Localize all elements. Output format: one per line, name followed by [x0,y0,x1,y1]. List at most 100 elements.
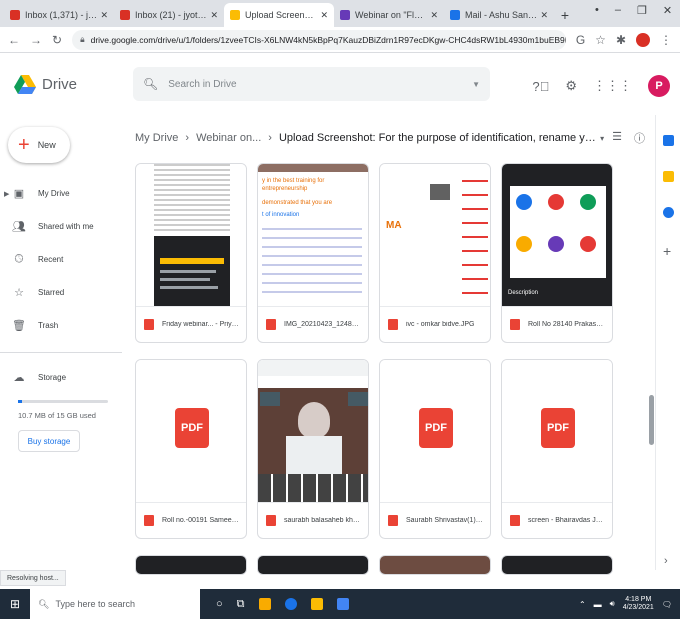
clock[interactable]: 4:18 PM 4/23/2021 [623,596,654,611]
file-thumbnail: Description [502,164,612,307]
keep-icon[interactable] [663,171,674,182]
browser-tab[interactable]: Webinar on "Flow your PhD ✕ [334,3,444,27]
minimize-button[interactable]: – [615,4,621,17]
sidebar-item-starred[interactable]: ☆ Starred [0,276,125,309]
back-icon[interactable]: ← [8,33,20,47]
notifications-icon[interactable]: 🗨︎ [662,600,672,609]
close-tab-icon[interactable]: ✕ [100,10,108,21]
file-thumbnail: MA [380,164,490,307]
thumbnail-slide [510,186,606,278]
sidebar-divider [0,352,122,353]
file-name: saurabh balasaheb khend... [284,516,362,524]
chrome-icon[interactable] [258,598,271,610]
close-tab-icon[interactable]: ✕ [540,10,548,21]
restore-button[interactable]: ❐ [637,4,647,17]
forward-icon[interactable]: → [30,33,42,47]
expand-arrow-icon[interactable]: ▶ [4,190,10,198]
list-view-icon[interactable]: ☰ [612,130,622,146]
file-footer: Friday webinar... - Priyank... [136,306,246,342]
expand-panel-icon[interactable]: › [664,555,668,567]
file-card-partial[interactable] [501,555,613,575]
edge-icon[interactable] [284,598,297,610]
breadcrumb-my-drive[interactable]: My Drive [135,132,178,144]
file-card[interactable]: PDF screen - Bhairavdas Jadha... [501,359,613,539]
volume-icon[interactable]: 🔊︎ [610,599,615,609]
new-button[interactable]: + New [8,127,70,163]
view-tools: ☰ ⓘ [612,130,645,146]
image-file-icon [266,514,276,526]
new-tab-button[interactable]: + [554,3,576,27]
sidebar-item-shared[interactable]: 👥︎ Shared with me [0,210,125,243]
close-tab-icon[interactable]: ✕ [210,10,218,21]
file-card-partial[interactable] [257,555,369,575]
people-icon: 👥︎ [12,221,26,233]
gmail-icon [10,10,20,20]
url-bar[interactable]: 🔒︎ drive.google.com/drive/u/1/folders/1z… [72,29,566,50]
file-card[interactable]: saurabh balasaheb khend... [257,359,369,539]
drive-icon: ▣ [13,188,25,200]
file-card[interactable]: PDF Roll no.-00191 Sameer da... [135,359,247,539]
file-card-partial[interactable] [135,555,247,575]
apps-grid-icon[interactable]: ⋮⋮⋮ [593,78,632,94]
taskbar-search-input[interactable]: 🔍︎ Type here to search [30,589,200,619]
profile-avatar-icon[interactable] [636,32,650,47]
breadcrumb-webinar[interactable]: Webinar on... [196,132,261,144]
settings-gear-icon[interactable]: ⚙ [565,78,577,94]
trash-icon: 🗑︎ [12,320,26,332]
menu-kebab-icon[interactable]: ⋮ [660,33,672,47]
record-icon[interactable]: • [595,4,599,17]
status-bubble: Resolving host... [0,570,66,586]
sidebar-item-storage[interactable]: ☁︎ Storage [0,361,125,394]
thumbnail-text: MA [386,220,402,231]
browser-tab[interactable]: Inbox (1,371) - jyotiyogeshy ✕ [4,3,114,27]
info-icon[interactable]: ⓘ [634,130,645,146]
extensions-icon[interactable]: ✱ [616,33,626,47]
browser-actions: G ☆ ✱ ⋮ [576,32,672,47]
calendar-icon[interactable] [663,135,674,146]
breadcrumb: My Drive › Webinar on... › Upload Screen… [135,123,645,153]
drive-search-input[interactable]: 🔍︎ Search in Drive ▼ [133,67,490,101]
breadcrumb-current-folder[interactable]: Upload Screenshot: For the purpose of id… [279,132,596,144]
file-card[interactable]: Friday webinar... - Priyank... [135,163,247,343]
file-card[interactable]: PDF Saurabh Shrivastav(1) - S... [379,359,491,539]
cortana-icon[interactable]: ○ [216,598,223,610]
file-thumbnail [258,360,368,503]
thumbnail-video-frame [258,388,368,474]
browser-tab-strip: Inbox (1,371) - jyotiyogeshy ✕ Inbox (21… [0,0,680,27]
reload-icon[interactable]: ↻ [52,33,62,47]
add-addon-icon[interactable]: + [663,243,671,259]
tasks-icon[interactable] [663,207,674,218]
network-icon[interactable]: ▬ [594,600,602,609]
search-icon[interactable]: 🔍︎ [143,77,158,91]
browser-tab-active[interactable]: Upload Screenshot: For the p ✕ [224,3,334,27]
file-card-partial[interactable] [379,555,491,575]
drive-logo[interactable]: Drive [14,74,124,94]
sidebar-item-trash[interactable]: 🗑︎ Trash [0,309,125,342]
windows-start-icon[interactable]: ⊞ [0,597,30,611]
task-view-icon[interactable]: ⧉ [237,598,245,611]
taskbar-apps: ○ ⧉ [216,598,349,611]
file-card[interactable]: Description Roll No 28140 Prakash M... [501,163,613,343]
account-avatar[interactable]: P [648,75,670,97]
header-actions: ?⃝ ⚙ ⋮⋮⋮ P [532,75,670,97]
thumbnail-video-panel [154,236,230,306]
help-icon[interactable]: ?⃝ [532,79,549,94]
sidebar-item-my-drive[interactable]: ▶ ▣ My Drive [0,177,125,210]
browser-tab[interactable]: Mail - Ashu Sankhe - Outlook ✕ [444,3,554,27]
close-tab-icon[interactable]: ✕ [320,10,328,21]
tray-chevron-icon[interactable]: ⌃ [579,600,586,609]
scrollbar-thumb[interactable] [649,395,654,445]
close-window-button[interactable]: ✕ [663,4,672,17]
browser-tab[interactable]: Inbox (21) - jyotiyogeshy@gmai ✕ [114,3,224,27]
close-tab-icon[interactable]: ✕ [430,10,438,21]
search-options-icon[interactable]: ▼ [472,80,480,89]
file-card[interactable]: y in the best training for entrepreneurs… [257,163,369,343]
file-explorer-icon[interactable] [310,598,323,610]
word-icon[interactable] [336,598,349,610]
bookmark-star-icon[interactable]: ☆ [595,33,606,47]
buy-storage-button[interactable]: Buy storage [18,430,80,452]
file-card[interactable]: MA ivc - omkar bidve.JPG [379,163,491,343]
folder-dropdown-icon[interactable]: ▾ [600,134,604,143]
sidebar-item-recent[interactable]: 🕓︎ Recent [0,243,125,276]
translate-icon[interactable]: G [576,33,585,47]
